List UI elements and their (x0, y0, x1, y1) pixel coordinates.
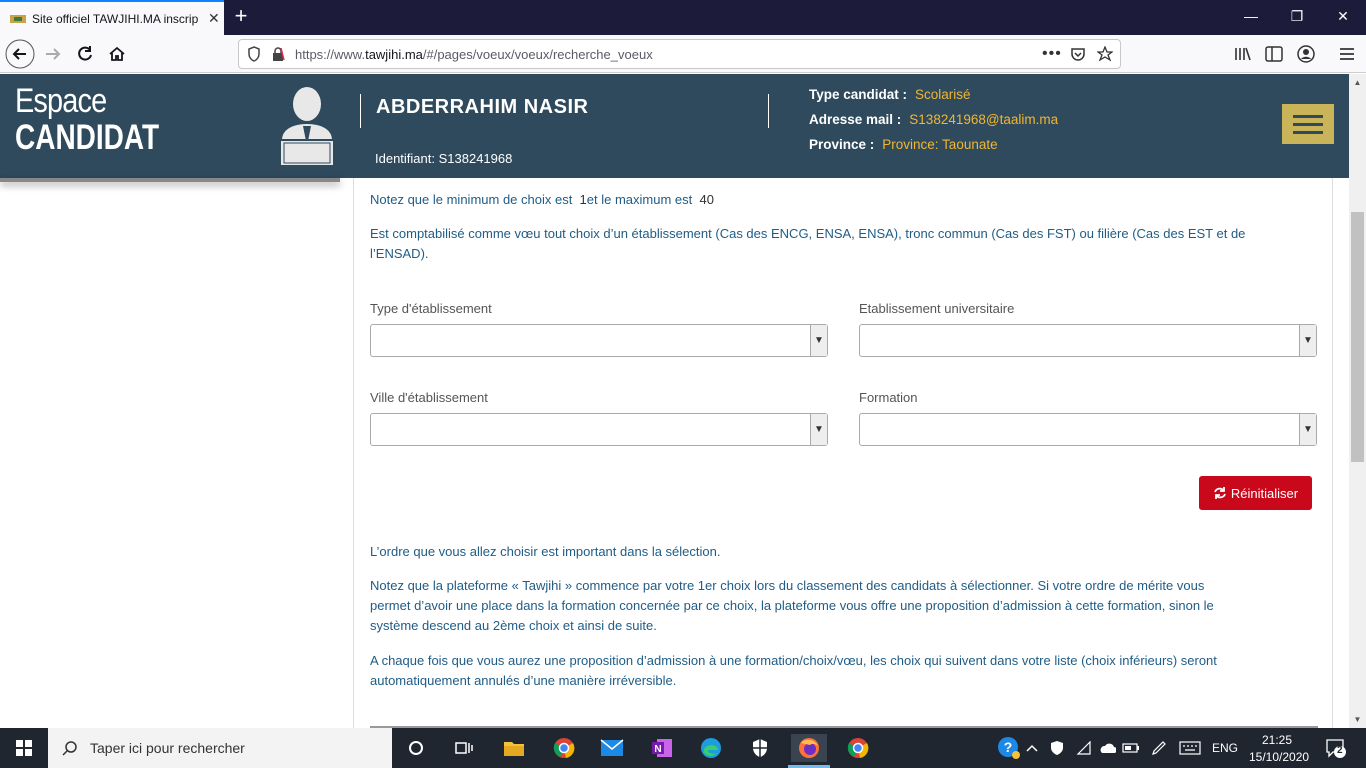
notification-icon[interactable]: 2 (1322, 734, 1350, 762)
header-separator (360, 94, 361, 128)
scroll-thumb[interactable] (1351, 212, 1364, 462)
insecure-lock-icon[interactable] (271, 46, 285, 62)
page-actions-icon[interactable]: ••• (1042, 45, 1062, 63)
url-bar[interactable]: https://www.tawjihi.ma/#/pages/voeux/voe… (238, 39, 1121, 69)
search-icon (62, 741, 77, 756)
plateforme-text: Notez que la plateforme « Tawjihi » comm… (370, 578, 1214, 633)
task-view-icon[interactable] (450, 734, 478, 762)
main-content: Notez que le minimum de choix est 1et le… (353, 178, 1333, 728)
new-tab-icon[interactable]: + (228, 4, 254, 30)
clock-date[interactable]: 15/10/2020 (1249, 750, 1309, 764)
brand-espace: Espace (15, 82, 107, 120)
search-placeholder: Taper ici pour rechercher (90, 740, 245, 756)
windows-start-icon[interactable] (0, 728, 48, 768)
type-candidat: Type candidat : Scolarisé (809, 87, 971, 102)
maximize-icon[interactable]: ❐ (1274, 0, 1320, 35)
chevron-down-icon[interactable]: ▼ (1299, 414, 1316, 445)
label-etablissement-universitaire: Etablissement universitaire (859, 301, 1015, 316)
windows-taskbar: Taper ici pour rechercher N ? ENG 21:25 … (0, 728, 1366, 768)
chevron-down-icon[interactable]: ▼ (810, 325, 827, 356)
candidate-name: ABDERRAHIM NASIR (376, 96, 589, 118)
site-favicon-icon (10, 14, 26, 23)
chevron-down-icon[interactable]: ▼ (810, 414, 827, 445)
url-text: https://www.tawjihi.ma/#/pages/voeux/voe… (295, 46, 653, 62)
security-icon[interactable] (746, 734, 774, 762)
province: Province : Province: Taounate (809, 137, 998, 152)
browser-tab-bar: Site officiel TAWJIHI.MA inscrip ✕ + — ❐… (0, 0, 1366, 35)
svg-text:N: N (654, 744, 661, 755)
label-type-etablissement: Type d'établissement (370, 301, 492, 316)
browser-tab[interactable]: Site officiel TAWJIHI.MA inscrip ✕ (0, 0, 224, 35)
label-formation: Formation (859, 390, 918, 405)
pen-icon[interactable] (1148, 734, 1170, 762)
svg-text:?: ? (1004, 739, 1013, 755)
app-menu-icon[interactable] (1339, 46, 1355, 62)
chrome-icon[interactable] (844, 734, 872, 762)
candidate-identifier: Identifiant: S138241968 (375, 151, 513, 166)
brand-candidat: CANDIDAT (15, 118, 160, 157)
bookmark-star-icon[interactable] (1097, 46, 1113, 62)
header-separator (768, 94, 769, 128)
defender-tray-icon[interactable] (1046, 734, 1068, 762)
pocket-icon[interactable] (1070, 46, 1086, 62)
forward-icon[interactable] (38, 39, 68, 69)
adresse-mail: Adresse mail : S138241968@taalim.ma (809, 112, 1059, 127)
notification-count: 2 (1337, 745, 1343, 756)
type-etablissement-select[interactable]: ▼ (370, 324, 828, 357)
site-header: Espace CANDIDAT ABDERRAHIM NASIR Identif… (0, 74, 1349, 178)
keyboard-icon[interactable] (1176, 734, 1204, 762)
shield-icon[interactable] (247, 46, 261, 62)
wifi-icon[interactable] (1073, 734, 1095, 762)
ordre-text: L’ordre que vous allez choisir est impor… (370, 544, 721, 559)
clock-time[interactable]: 21:25 (1262, 733, 1292, 747)
chrome-icon[interactable] (550, 734, 578, 762)
reload-icon[interactable] (70, 39, 100, 69)
tab-close-icon[interactable]: ✕ (208, 10, 220, 27)
chaque-fois-text: A chaque fois que vous aurez une proposi… (370, 653, 1217, 688)
page-scrollbar[interactable]: ▲ ▼ (1349, 74, 1366, 728)
battery-icon[interactable] (1120, 734, 1142, 762)
edge-icon[interactable] (697, 734, 725, 762)
tab-title: Site officiel TAWJIHI.MA inscrip (32, 11, 199, 26)
refresh-icon (1214, 487, 1226, 499)
sidebar-shadow (0, 178, 340, 182)
reinitialiser-button[interactable]: Réinitialiser (1199, 476, 1312, 510)
back-icon[interactable] (5, 39, 35, 69)
etablissement-universitaire-select[interactable]: ▼ (859, 324, 1317, 357)
chevron-down-icon[interactable]: ▼ (1299, 325, 1316, 356)
comptabilise-text: Est comptabilisé comme vœu tout choix d’… (370, 226, 1246, 261)
file-explorer-icon[interactable] (500, 734, 528, 762)
formation-select[interactable]: ▼ (859, 413, 1317, 446)
minimize-icon[interactable]: — (1228, 0, 1274, 35)
label-ville-etablissement: Ville d'établissement (370, 390, 488, 405)
account-icon[interactable] (1297, 45, 1315, 63)
language-indicator[interactable]: ENG (1212, 741, 1238, 755)
help-icon[interactable]: ? (995, 734, 1023, 762)
ville-etablissement-select[interactable]: ▼ (370, 413, 828, 446)
onenote-icon[interactable]: N (648, 734, 676, 762)
library-icon[interactable] (1234, 46, 1252, 62)
scroll-down-icon[interactable]: ▼ (1349, 711, 1366, 728)
home-icon[interactable] (102, 39, 132, 69)
onedrive-icon[interactable] (1096, 734, 1118, 762)
note-min-max: Notez que le minimum de choix est 1et le… (370, 192, 714, 207)
sidebar-icon[interactable] (1265, 46, 1283, 62)
hamburger-menu-icon[interactable] (1282, 104, 1334, 144)
firefox-icon[interactable] (791, 734, 827, 762)
taskbar-search[interactable]: Taper ici pour rechercher (48, 728, 392, 768)
mail-icon[interactable] (598, 734, 626, 762)
window-close-icon[interactable]: ✕ (1320, 0, 1366, 35)
candidate-avatar-icon (279, 87, 335, 166)
scroll-up-icon[interactable]: ▲ (1349, 74, 1366, 91)
chevron-up-icon[interactable] (1022, 734, 1042, 762)
browser-nav-bar: https://www.tawjihi.ma/#/pages/voeux/voe… (0, 35, 1366, 73)
cortana-icon[interactable] (402, 734, 430, 762)
